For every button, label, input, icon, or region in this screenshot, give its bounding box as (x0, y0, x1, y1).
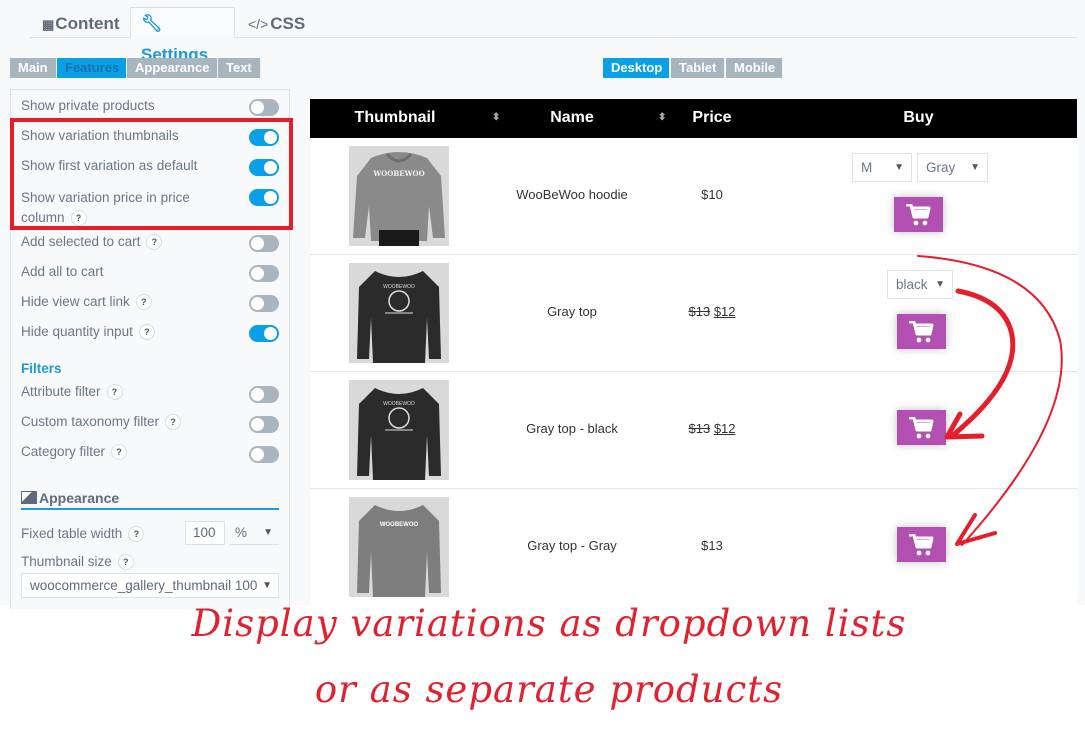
annotation-line-2: or as separate products (314, 668, 784, 711)
annotation-line-1: Display variations as dropdown lists (191, 602, 907, 645)
